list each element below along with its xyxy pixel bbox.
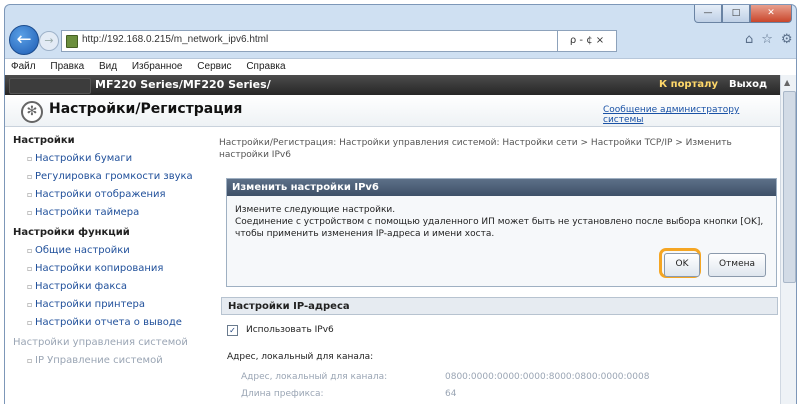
bullet-icon: ▫ [27,190,33,199]
ip-settings-heading: Настройки IP-адреса [221,297,778,315]
link-local-heading: Адрес, локальный для канала: [227,352,374,362]
confirm-title: Изменить настройки IPv6 [227,179,776,196]
sidebar-group-settings[interactable]: Настройки [13,135,75,146]
window-controls: — □ ✕ [694,5,792,23]
sidebar-item-paper[interactable]: ▫ Настройки бумаги [27,153,132,164]
link-local-value: 0800:0000:0000:0000:8000:0800:0000:0008 [445,372,650,382]
scroll-up-arrow-icon[interactable]: ▲ [784,78,790,87]
link-local-label: Адрес, локальный для канала: [241,372,388,382]
use-ipv6-label[interactable]: Использовать IPv6 [246,325,334,335]
url-text[interactable]: http://192.168.0.215/m_network_ipv6.html [82,34,268,45]
sidebar-item-common[interactable]: ▫ Общие настройки [27,245,130,256]
browser-window: — □ ✕ ← → http://192.168.0.215/m_network… [4,4,797,404]
sidebar-item-printer[interactable]: ▫ Настройки принтера [27,299,145,310]
gear-tools-icon[interactable]: ⚙ [781,32,793,48]
back-arrow-icon[interactable]: ← [9,25,39,55]
menu-edit[interactable]: Правка [44,59,90,72]
sidebar-item-output-report[interactable]: ▫ Настройки отчета о выводе [27,317,182,328]
confirm-panel: Изменить настройки IPv6 Измените следующ… [226,178,777,287]
sidebar-item-fax[interactable]: ▫ Настройки факса [27,281,127,292]
menu-file[interactable]: Файл [5,59,42,72]
logout-link[interactable]: Выход [729,79,767,90]
confirm-line-1: Измените следующие настройки. [235,205,396,215]
address-tools[interactable]: ρ - ¢ × [558,30,617,52]
maximize-button[interactable]: □ [722,5,750,23]
cancel-button[interactable]: Отмена [708,253,766,277]
navigation-bar: ← → http://192.168.0.215/m_network_ipv6.… [5,24,796,58]
settings-gear-icon: ✻ [21,101,43,123]
prefix-length-label: Длина префикса: [241,389,324,399]
confirm-line-3: чтобы применить изменения IP-адреса и им… [235,229,495,239]
close-button[interactable]: ✕ [750,5,792,23]
sidebar-item-timer[interactable]: ▫ Настройки таймера [27,207,139,218]
main-content: Настройки/Регистрация: Настройки управле… [213,127,780,404]
page-title: Настройки/Регистрация [49,101,243,117]
forward-arrow-icon[interactable]: → [39,31,59,51]
breadcrumb: Настройки/Регистрация: Настройки управле… [219,138,732,160]
address-bar[interactable]: http://192.168.0.215/m_network_ipv6.html [61,30,558,52]
device-title: MF220 Series/MF220 Series/ [95,78,271,91]
device-bar: MF220 Series/MF220 Series/ К порталу Вых… [5,75,780,95]
menu-tools[interactable]: Сервис [191,59,237,72]
bullet-icon: ▫ [27,264,33,273]
scroll-thumb[interactable] [783,91,796,283]
page-viewport: MF220 Series/MF220 Series/ К порталу Вых… [5,75,780,404]
toolbar-icons: ⌂ ☆ ⚙ [745,32,793,48]
page-header: ✻ Настройки/Регистрация Сообщение админи… [5,95,780,127]
menu-view[interactable]: Вид [93,59,123,72]
ok-button[interactable]: OK [664,253,700,277]
use-ipv6-checkbox[interactable]: ✓ [227,325,238,336]
sidebar-group-system[interactable]: Настройки управления системой [13,337,188,348]
bullet-icon: ▫ [27,282,33,291]
confirm-message: Измените следующие настройки. Соединение… [235,204,765,240]
sidebar-item-volume[interactable]: ▫ Регулировка громкости звука [27,171,193,182]
device-badge [9,78,91,94]
sidebar-item-copy[interactable]: ▫ Настройки копирования [27,263,163,274]
vertical-scrollbar[interactable]: ▲ [780,75,796,404]
page-icon [66,35,78,48]
bullet-icon: ▫ [27,300,33,309]
menu-favorites[interactable]: Избранное [126,59,189,72]
portal-link[interactable]: К порталу [659,79,718,90]
bullet-icon: ▫ [27,208,33,217]
minimize-button[interactable]: — [694,5,722,23]
prefix-length-value: 64 [445,389,457,399]
menu-bar: Файл Правка Вид Избранное Сервис Справка [5,58,796,76]
bullet-icon: ▫ [27,318,33,327]
confirm-line-2: Соединение с устройством с помощью удале… [235,217,764,227]
bullet-icon: ▫ [27,356,33,365]
bullet-icon: ▫ [27,154,33,163]
menu-help[interactable]: Справка [240,59,291,72]
sidebar: Настройки ▫ Настройки бумаги ▫ Регулировка… [5,127,208,404]
sidebar-item-system-management[interactable]: ▫ IP Управление системой [27,355,163,366]
use-ipv6-row[interactable]: ✓ Использовать IPv6 [227,325,334,336]
bullet-icon: ▫ [27,172,33,181]
sidebar-group-functions[interactable]: Настройки функций [13,227,130,238]
home-icon[interactable]: ⌂ [745,32,753,48]
favorites-star-icon[interactable]: ☆ [761,32,773,48]
sidebar-item-display[interactable]: ▫ Настройки отображения [27,189,166,200]
bullet-icon: ▫ [27,246,33,255]
admin-message-link[interactable]: Сообщение администратору системы [603,105,780,125]
